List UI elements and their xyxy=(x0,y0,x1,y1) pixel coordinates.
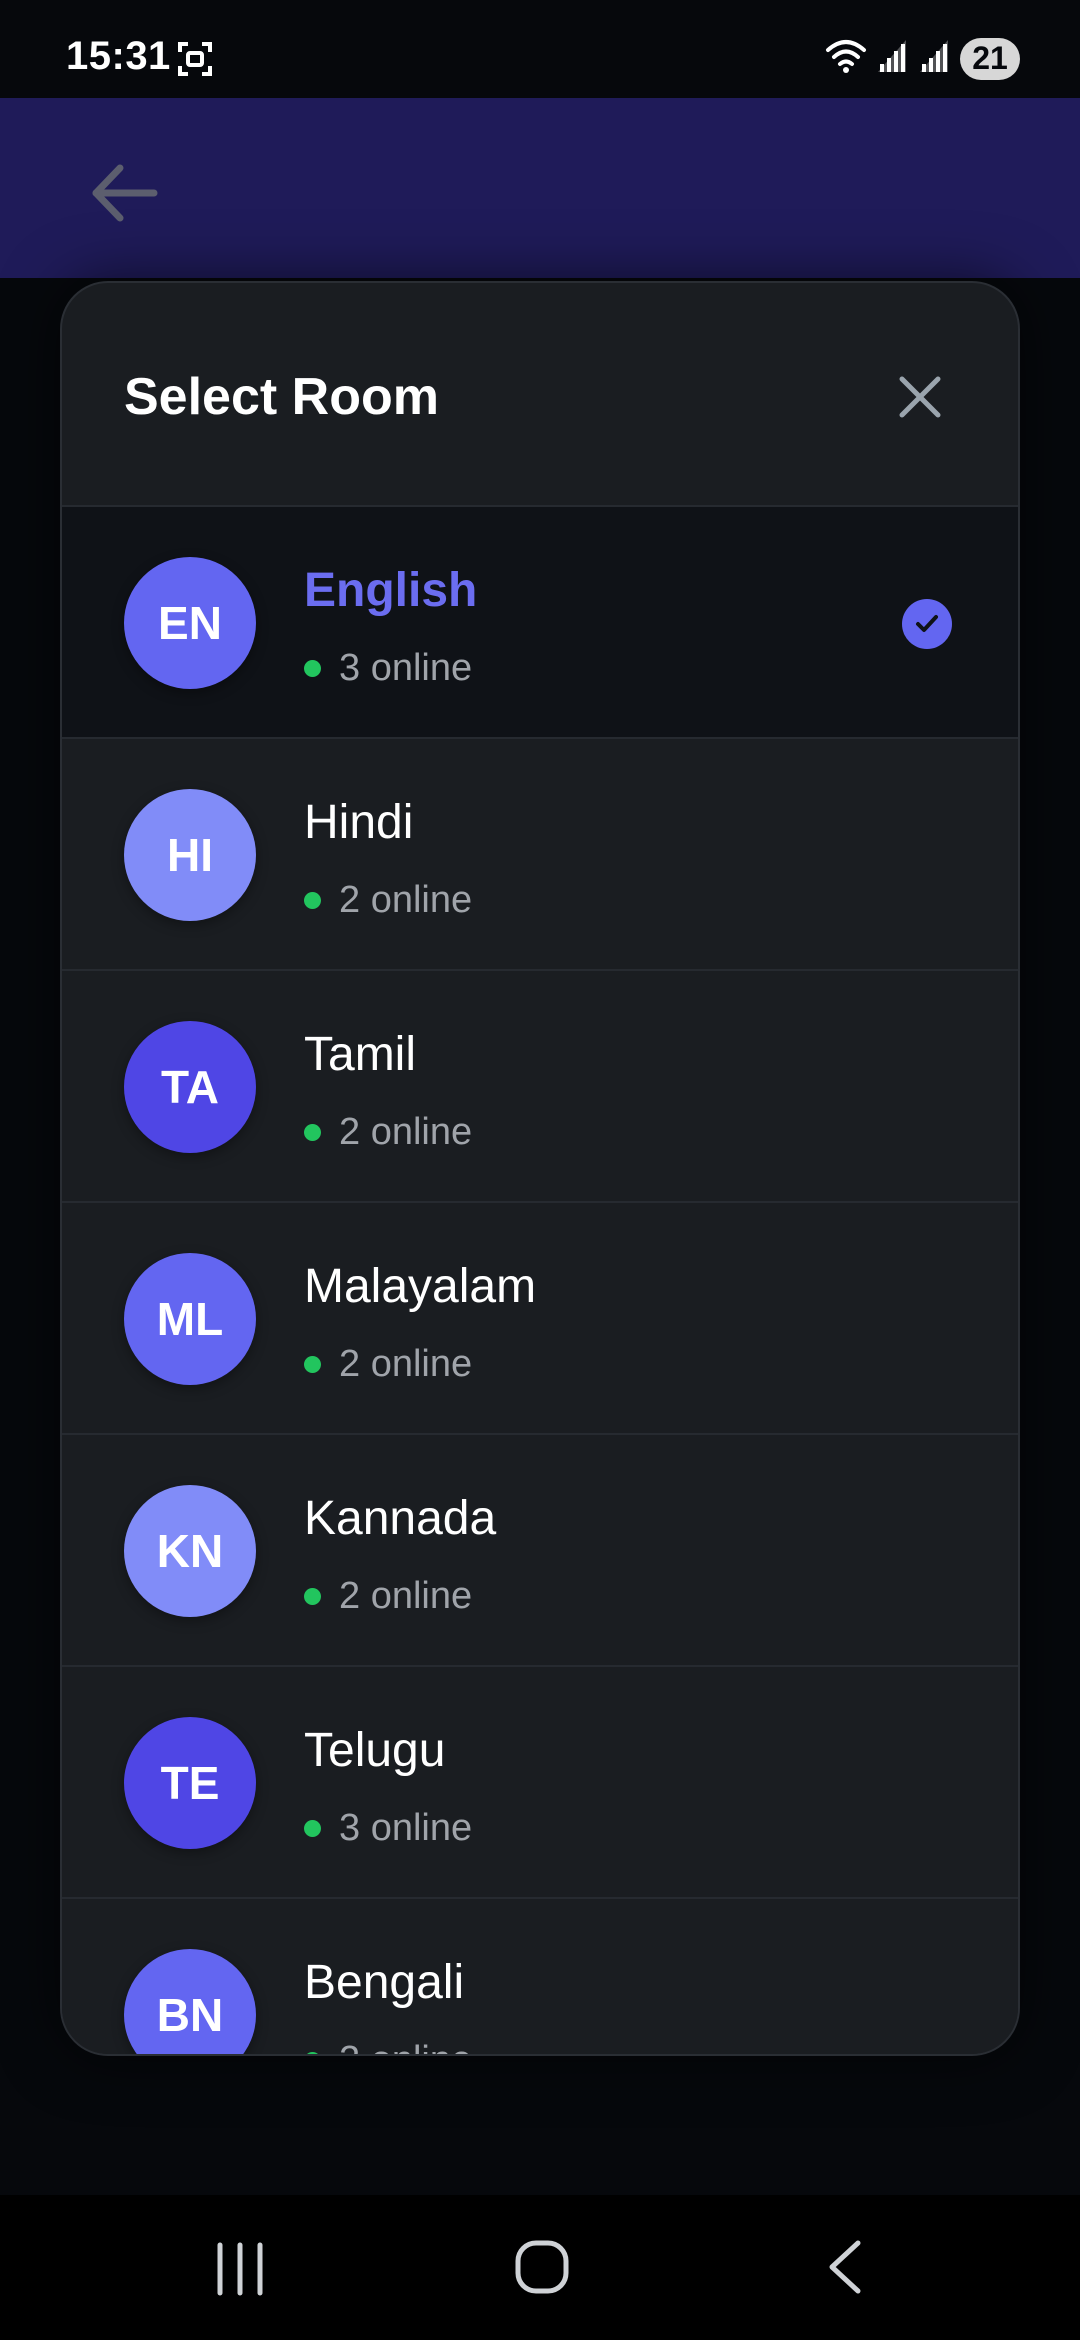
room-status: 2 online xyxy=(304,1575,472,1618)
room-name: Malayalam xyxy=(304,1260,537,1313)
screenshot-icon xyxy=(176,40,214,83)
dialog-title: Select Room xyxy=(124,368,439,426)
room-name: Tamil xyxy=(304,1028,417,1081)
room-name: Bengali xyxy=(304,1956,465,2009)
room-status: 2 online xyxy=(304,2039,472,2054)
app-bar xyxy=(0,98,1080,278)
online-count: 2 online xyxy=(339,1575,473,1617)
online-dot-icon xyxy=(304,1820,321,1837)
wifi-icon xyxy=(824,36,868,81)
online-dot-icon xyxy=(304,892,321,909)
status-indicators: 21 xyxy=(824,36,1020,81)
room-status: 2 online xyxy=(304,1111,472,1154)
online-count: 2 online xyxy=(339,2039,472,2054)
room-item-english[interactable]: EN English 3 online xyxy=(62,507,1018,739)
avatar: TE xyxy=(124,1717,256,1849)
home-icon[interactable] xyxy=(514,2239,570,2300)
avatar: TA xyxy=(124,1021,256,1153)
room-status: 3 online xyxy=(304,1807,472,1850)
avatar: BN xyxy=(124,1949,256,2054)
room-status: 2 online xyxy=(304,879,472,922)
check-icon xyxy=(902,599,952,649)
online-dot-icon xyxy=(304,1356,321,1373)
room-item-malayalam[interactable]: ML Malayalam 2 online xyxy=(62,1203,1018,1435)
room-item-tamil[interactable]: TA Tamil 2 online xyxy=(62,971,1018,1203)
room-name: Hindi xyxy=(304,796,414,849)
room-item-telugu[interactable]: TE Telugu 3 online xyxy=(62,1667,1018,1899)
recent-apps-icon[interactable] xyxy=(210,2241,270,2302)
arrow-left-icon xyxy=(92,164,158,222)
room-status: 2 online xyxy=(304,1343,472,1386)
status-time: 15:31 xyxy=(66,34,171,78)
signal-icon xyxy=(918,38,952,79)
room-name: Telugu xyxy=(304,1724,446,1777)
room-item-kannada[interactable]: KN Kannada 2 online xyxy=(62,1435,1018,1667)
room-item-bengali[interactable]: BN Bengali 2 online xyxy=(62,1899,1018,2054)
room-item-hindi[interactable]: HI Hindi 2 online xyxy=(62,739,1018,971)
online-count: 2 online xyxy=(339,1111,473,1153)
online-dot-icon xyxy=(304,1124,321,1141)
room-list: EN English 3 online HI Hindi 2 online TA… xyxy=(62,507,1018,2054)
online-dot-icon xyxy=(304,1588,321,1605)
signal-icon xyxy=(876,38,910,79)
select-room-dialog: Select Room EN English 3 online HI Hindi… xyxy=(60,281,1020,2056)
online-count: 3 online xyxy=(339,1807,473,1849)
dialog-header: Select Room xyxy=(62,283,1018,507)
system-nav-bar xyxy=(0,2195,1080,2340)
battery-icon: 21 xyxy=(960,37,1020,80)
room-name: English xyxy=(304,564,478,617)
online-dot-icon xyxy=(304,2052,321,2054)
close-button[interactable] xyxy=(882,359,958,435)
status-bar: 15:31 21 xyxy=(0,0,1080,98)
close-icon xyxy=(899,376,941,418)
avatar: ML xyxy=(124,1253,256,1385)
online-dot-icon xyxy=(304,660,321,677)
online-count: 2 online xyxy=(339,1343,473,1385)
room-status: 3 online xyxy=(304,647,472,690)
online-count: 2 online xyxy=(339,879,473,921)
avatar: KN xyxy=(124,1485,256,1617)
room-name: Kannada xyxy=(304,1492,497,1545)
avatar: HI xyxy=(124,789,256,921)
avatar: EN xyxy=(124,557,256,689)
back-icon[interactable] xyxy=(824,2239,864,2300)
back-button[interactable] xyxy=(84,158,164,228)
online-count: 3 online xyxy=(339,647,473,689)
